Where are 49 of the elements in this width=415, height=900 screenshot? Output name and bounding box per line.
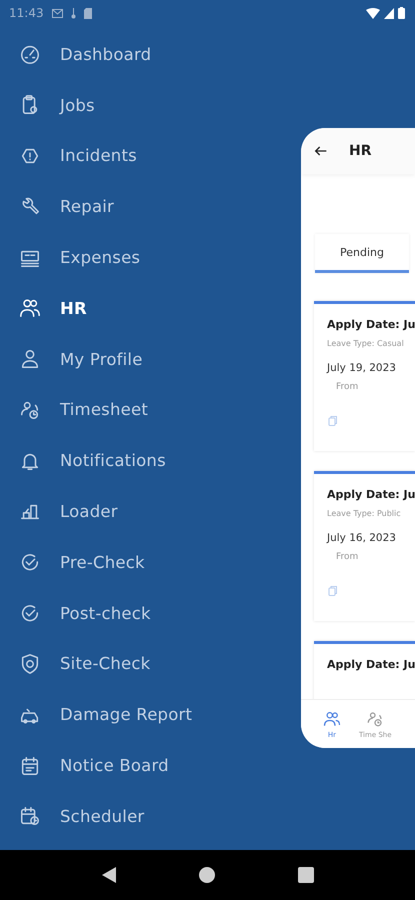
check-cycle-icon	[19, 551, 41, 574]
menu-item[interactable]: Repair	[0, 181, 300, 232]
menu-item[interactable]: Post-check	[0, 588, 300, 639]
leave-type: Leave Type: Casual	[327, 339, 405, 348]
menu-item[interactable]: Pre-Check	[0, 536, 300, 588]
menu-item[interactable]: Scheduler	[0, 790, 300, 842]
menu-item[interactable]: Dashboard	[0, 29, 300, 80]
from-label: From	[336, 552, 358, 562]
menu-item[interactable]: Jobs	[0, 80, 300, 131]
calendar-clock-icon	[19, 805, 41, 828]
apply-date: Apply Date: Ju	[327, 658, 415, 671]
apply-date: Apply Date: Ju	[327, 318, 415, 331]
mail-icon	[52, 8, 63, 18]
leave-type: Leave Type: Public	[327, 509, 402, 518]
gauge-icon	[19, 43, 41, 66]
tab[interactable]: Pending	[315, 234, 409, 273]
people-icon	[323, 710, 341, 728]
clock-time: 11:43	[9, 6, 44, 20]
screen-title: HR	[349, 143, 372, 159]
usb-icon	[70, 8, 77, 18]
menu-item[interactable]: Notifications	[0, 435, 300, 486]
menu-item[interactable]: Notice Board	[0, 740, 300, 791]
back-icon[interactable]	[101, 866, 118, 884]
menu-item[interactable]: Damage Report	[0, 689, 300, 740]
people-icon	[19, 297, 41, 320]
leave-card[interactable]: Apply Date: Ju Leave Type: Casual July 19, 2023 From	[314, 301, 415, 451]
leave-date: July 19, 2023	[327, 362, 397, 374]
shield-icon	[19, 652, 41, 675]
leave-card[interactable]: Apply Date: Ju Leave Type: Public July 16, 2023 From	[314, 471, 415, 621]
menu-item[interactable]: My Profile	[0, 334, 300, 385]
battery-icon	[398, 7, 405, 19]
menu-item[interactable]: Timesheet	[0, 384, 300, 436]
menu-item[interactable]: HR	[0, 282, 300, 334]
menu-item[interactable]: Site-Check	[0, 638, 300, 690]
menu-item[interactable]: Expenses	[0, 232, 300, 283]
people-clock-icon	[366, 710, 384, 728]
calendar-icon	[19, 754, 41, 777]
menu-item[interactable]: Incidents	[0, 130, 300, 182]
sd-card-icon	[84, 8, 92, 18]
signal-icon	[384, 8, 394, 18]
wifi-icon	[366, 8, 380, 18]
menu-item[interactable]: Loader	[0, 486, 300, 537]
home-icon[interactable]	[199, 867, 216, 883]
leave-date: July 16, 2023	[327, 532, 397, 544]
from-label: From	[336, 382, 358, 392]
recents-icon[interactable]	[298, 867, 314, 883]
person-icon	[19, 348, 41, 370]
check-cycle-icon	[19, 602, 41, 624]
apply-date: Apply Date: Ju	[327, 488, 415, 501]
